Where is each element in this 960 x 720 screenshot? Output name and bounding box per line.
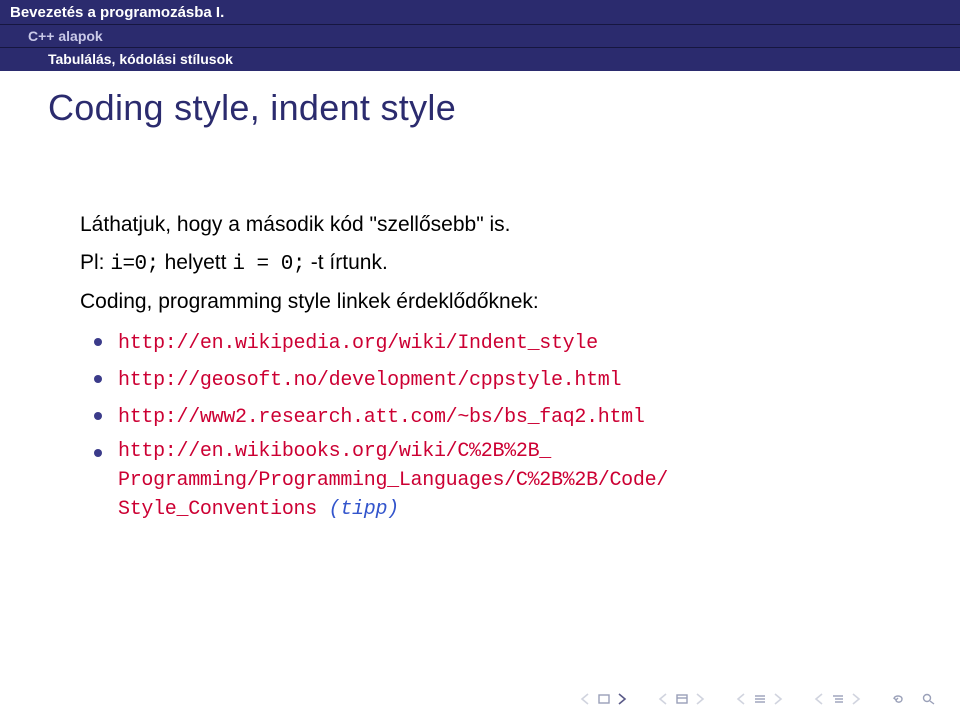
nav-subsection-icon[interactable] [830,692,846,706]
breadcrumb-level-2: C++ alapok [0,25,960,48]
nav-prev-section-icon[interactable] [734,692,750,706]
link-wikibooks-cpp-style[interactable]: http://en.wikibooks.org/wiki/C%2B%2B_ Pr… [118,437,900,524]
list-item: http://www2.research.att.com/~bs/bs_faq2… [118,400,900,433]
nav-frame-icon[interactable] [674,692,690,706]
nav-next-slide-icon[interactable] [614,692,630,706]
link-att-bs-faq[interactable]: http://www2.research.att.com/~bs/bs_faq2… [118,406,645,429]
link-line: Style_Conventions [118,498,317,521]
nav-subsection-group [812,692,864,706]
nav-search-icon[interactable] [920,692,942,706]
body-line-3: Coding, programming style linkek érdeklő… [80,286,900,318]
link-list: http://en.wikipedia.org/wiki/Indent_styl… [80,326,900,524]
slide-title: Coding style, indent style [0,71,960,169]
nav-prev-frame-icon[interactable] [656,692,672,706]
link-line: http://en.wikibooks.org/wiki/C%2B%2B_ [118,440,551,463]
link-wikipedia-indent[interactable]: http://en.wikipedia.org/wiki/Indent_styl… [118,332,598,355]
text: helyett [159,251,233,274]
list-item: http://geosoft.no/development/cppstyle.h… [118,363,900,396]
text: Pl: [80,251,110,274]
list-item: http://en.wikibooks.org/wiki/C%2B%2B_ Pr… [118,437,900,524]
beamer-nav-bar [578,692,942,706]
nav-next-section-icon[interactable] [770,692,786,706]
nav-frame-group [656,692,708,706]
nav-slide-icon[interactable] [596,692,612,706]
body-line-2: Pl: i=0; helyett i = 0; -t írtunk. [80,247,900,281]
nav-next-subsection-icon[interactable] [848,692,864,706]
inline-code: i=0; [110,253,158,276]
nav-next-frame-icon[interactable] [692,692,708,706]
nav-slide-group [578,692,630,706]
link-line: Programming/Programming_Languages/C%2B%2… [118,469,668,492]
nav-prev-slide-icon[interactable] [578,692,594,706]
slide-body: Láthatjuk, hogy a második kód "szellőseb… [0,169,960,524]
list-item: http://en.wikipedia.org/wiki/Indent_styl… [118,326,900,359]
slide-header: Bevezetés a programozásba I. C++ alapok … [0,0,960,71]
nav-back-icon[interactable] [890,692,912,706]
nav-section-group [734,692,786,706]
nav-section-icon[interactable] [752,692,768,706]
breadcrumb-level-3: Tabulálás, kódolási stílusok [0,48,960,71]
body-line-1: Láthatjuk, hogy a második kód "szellőseb… [80,209,900,241]
text: -t írtunk. [305,251,388,274]
link-annotation: (tipp) [317,498,399,521]
nav-prev-subsection-icon[interactable] [812,692,828,706]
breadcrumb-level-1: Bevezetés a programozásba I. [0,0,960,25]
link-geosoft-cppstyle[interactable]: http://geosoft.no/development/cppstyle.h… [118,369,621,392]
inline-code: i = 0; [232,253,305,276]
